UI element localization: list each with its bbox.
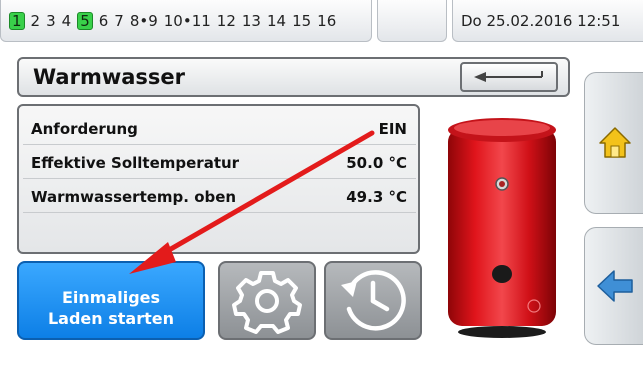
function-number-3[interactable]: 3 xyxy=(46,12,56,30)
function-number-14[interactable]: 14 xyxy=(267,12,286,30)
function-number-2[interactable]: 2 xyxy=(31,12,41,30)
function-number-strip: 1 2 3 4 5 6 7 8•9 10•11 12 13 14 15 16 xyxy=(0,0,372,42)
back-button[interactable] xyxy=(460,62,558,92)
back-nav-button[interactable] xyxy=(584,227,643,345)
row-value: EIN xyxy=(378,120,407,138)
status-row-warmwassertemp[interactable]: Warmwassertemp. oben 49.3 °C xyxy=(31,182,407,212)
back-arrow-icon xyxy=(474,71,543,82)
page-title: Warmwasser xyxy=(33,65,185,89)
function-number-6[interactable]: 6 xyxy=(99,12,109,30)
clock-history-icon xyxy=(341,269,406,331)
function-number-15[interactable]: 15 xyxy=(292,12,311,30)
function-number-13[interactable]: 13 xyxy=(242,12,261,30)
gear-icon xyxy=(232,270,302,334)
home-icon xyxy=(598,127,631,158)
function-number-8-9[interactable]: 8•9 xyxy=(130,12,158,30)
row-label: Warmwassertemp. oben xyxy=(31,188,237,206)
top-bar: 1 2 3 4 5 6 7 8•9 10•11 12 13 14 15 16 D… xyxy=(0,0,643,44)
function-number-1[interactable]: 1 xyxy=(9,11,25,30)
title-bar: Warmwasser xyxy=(17,57,570,97)
function-number-10-11[interactable]: 10•11 xyxy=(164,12,211,30)
date-time-display[interactable]: Do 25.02.2016 12:51 xyxy=(452,0,643,42)
left-arrow-icon xyxy=(596,270,633,302)
status-row-anforderung[interactable]: Anforderung EIN xyxy=(31,114,407,144)
row-value: 50.0 °C xyxy=(346,154,407,172)
function-number-5[interactable]: 5 xyxy=(77,11,93,30)
function-number-7[interactable]: 7 xyxy=(114,12,124,30)
row-label: Anforderung xyxy=(31,120,138,138)
status-panel: Anforderung EIN Effektive Solltemperatur… xyxy=(17,104,420,254)
button-label-line1: Einmaliges xyxy=(61,287,161,307)
row-divider xyxy=(23,212,416,213)
date-time-text: Do 25.02.2016 12:51 xyxy=(461,11,621,30)
function-number-4[interactable]: 4 xyxy=(62,12,72,30)
start-single-charge-button[interactable]: Einmaliges Laden starten xyxy=(17,261,205,340)
history-button[interactable] xyxy=(324,261,422,340)
row-divider xyxy=(23,144,416,145)
row-label: Effektive Solltemperatur xyxy=(31,154,240,172)
hot-water-tank-image xyxy=(448,118,556,338)
function-number-12[interactable]: 12 xyxy=(217,12,236,30)
button-label-line2: Laden starten xyxy=(47,308,174,328)
status-row-solltemperatur[interactable]: Effektive Solltemperatur 50.0 °C xyxy=(31,148,407,178)
row-divider xyxy=(23,178,416,179)
function-number-16[interactable]: 16 xyxy=(317,12,336,30)
top-tab-empty[interactable] xyxy=(377,0,447,42)
settings-button[interactable] xyxy=(218,261,316,340)
home-nav-button[interactable] xyxy=(584,72,643,214)
row-value: 49.3 °C xyxy=(346,188,407,206)
